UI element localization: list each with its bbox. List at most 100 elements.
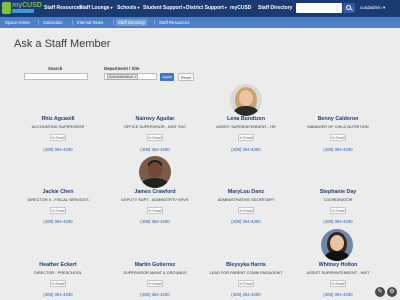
tab-divider	[72, 20, 73, 25]
nav-staff-resources[interactable]: Staff Resources	[44, 5, 82, 11]
search-label: Search	[48, 66, 63, 71]
staff-name[interactable]: Stephanie Day	[292, 189, 384, 195]
tab-divider	[38, 20, 39, 25]
gear-icon: ⚙	[389, 289, 395, 295]
staff-title: ACCOUNTING SUPERVISOR	[31, 124, 85, 129]
staff-phone[interactable]: (408) 364-4200	[292, 219, 384, 224]
staff-phone[interactable]: (408) 364-4200	[292, 147, 384, 152]
email-button[interactable]: ✉ Email	[50, 280, 66, 287]
email-button[interactable]: ✉ Email	[147, 280, 163, 287]
nav-item-label: myCUSD	[230, 5, 252, 11]
tab-space-home[interactable]: Space Home	[3, 19, 32, 26]
staff-title: LEAD FOR PARENT COMM ENGAGEMT	[209, 270, 283, 275]
email-button[interactable]: ✉ Email	[238, 207, 254, 214]
email-button[interactable]: ✉ Email	[50, 207, 66, 214]
district-logo[interactable]: myCUSD	[2, 1, 42, 16]
nav-staff-directory[interactable]: Staff Directory	[258, 5, 292, 11]
staff-title: ADMINISTRATIVE SECRETARY	[217, 197, 275, 202]
staff-phone[interactable]: (408) 364-4200	[12, 292, 104, 297]
email-button[interactable]: ✉ Email	[330, 280, 346, 287]
staff-photo	[139, 156, 171, 188]
staff-phone[interactable]: (408) 364-4200	[109, 292, 201, 297]
top-navigation-bar: myCUSD Staff Resources Staff Lounge▾ Sch…	[0, 0, 400, 17]
photo-face	[148, 162, 162, 178]
search-icon-handle	[350, 8, 353, 11]
staff-name[interactable]: Jackie Chen	[12, 189, 104, 195]
staff-name[interactable]: Whitney Holton	[292, 262, 384, 268]
reset-button[interactable]: Reset	[178, 73, 194, 81]
nav-student-support[interactable]: Student Support▾	[143, 5, 185, 11]
email-button[interactable]: ✉ Email	[330, 134, 346, 141]
tab-internal-news[interactable]: Internal News	[75, 19, 105, 26]
photo-body	[325, 251, 349, 261]
chevron-down-icon: ▾	[183, 5, 186, 10]
user-menu[interactable]: cusdadmin ▾	[360, 5, 385, 11]
staff-name[interactable]: Bleysyka Harris	[200, 262, 292, 268]
staff-title: OFFICE SUPERVISOR - INST SVC	[123, 124, 187, 129]
logo-underline	[12, 9, 34, 13]
logo-mark	[2, 2, 11, 14]
staff-phone[interactable]: (408) 364-4200	[200, 147, 292, 152]
chevron-down-icon: ▾	[137, 5, 140, 10]
nav-item-label: Staff Resources	[44, 5, 83, 11]
search-button[interactable]	[343, 3, 355, 13]
staff-title: DIRECTOR - PRESCHOOL	[33, 270, 83, 275]
staff-search-input[interactable]	[24, 73, 88, 80]
staff-title: DEPUTY SUPT - ADMINSTRTV SRVS	[121, 197, 189, 202]
staff-name[interactable]: MaryLou Danz	[200, 189, 292, 195]
nav-schools[interactable]: Schools▾	[117, 5, 139, 11]
staff-phone[interactable]: (408) 364-4200	[109, 147, 201, 152]
staff-name[interactable]: James Crawford	[109, 189, 201, 195]
edit-page-button[interactable]: ✎	[375, 287, 385, 297]
staff-phone[interactable]: (408) 364-4200	[12, 219, 104, 224]
photo-face	[239, 90, 253, 106]
staff-phone[interactable]: (408) 364-4200	[200, 292, 292, 297]
nav-staff-lounge[interactable]: Staff Lounge▾	[79, 5, 113, 11]
staff-title: SUPERVISOR MAINT & GROUNDS	[123, 270, 187, 275]
email-button[interactable]: ✉ Email	[238, 280, 254, 287]
nav-district-support[interactable]: District Support▾	[186, 5, 227, 11]
staff-phone[interactable]: (408) 364-4200	[109, 219, 201, 224]
nav-item-label: Staff Directory	[258, 5, 293, 11]
department-chip[interactable]: Administration ×	[107, 74, 139, 80]
nav-mycusd[interactable]: myCUSD	[230, 5, 251, 11]
tab-staff-resources[interactable]: Staff Resources	[157, 19, 192, 26]
tab-divider	[113, 20, 114, 25]
photo-face	[330, 235, 344, 251]
email-button[interactable]: ✉ Email	[50, 134, 66, 141]
staff-name[interactable]: Benny Calderon	[292, 116, 384, 122]
email-button[interactable]: ✉ Email	[330, 207, 346, 214]
staff-phone[interactable]: (408) 364-4200	[12, 147, 104, 152]
staff-title: DIRECTOR II - FISCAL SERVICES	[27, 197, 89, 202]
staff-phone[interactable]: (408) 364-4200	[292, 292, 384, 297]
page-title: Ask a Staff Member	[14, 38, 111, 50]
staff-photo	[230, 84, 262, 116]
staff-phone[interactable]: (408) 364-4200	[200, 219, 292, 224]
staff-title: MANAGER OF CHILD NUTRITION	[307, 124, 369, 129]
global-search-input[interactable]	[296, 3, 342, 13]
staff-name[interactable]: Heather Eckert	[12, 262, 104, 268]
photo-body	[234, 106, 258, 116]
photo-body	[142, 178, 168, 188]
space-subnavigation: Space Home Calendars Internal News Staff…	[0, 17, 400, 28]
nav-item-label: District Support	[186, 5, 224, 11]
email-button[interactable]: ✉ Email	[147, 207, 163, 214]
staff-photo	[321, 229, 353, 261]
staff-name[interactable]: Rhiz Agcaoili	[12, 116, 104, 122]
email-button[interactable]: ✉ Email	[238, 134, 254, 141]
staff-name[interactable]: Lena Bundtzen	[200, 116, 292, 122]
chevron-down-icon: ▾	[224, 5, 227, 10]
pencil-icon: ✎	[377, 289, 383, 295]
tab-divider	[154, 20, 155, 25]
tab-staff-directory[interactable]: Staff Directory	[116, 19, 148, 26]
apply-button[interactable]: Apply	[160, 73, 174, 81]
chevron-down-icon: ▾	[110, 5, 113, 10]
email-button[interactable]: ✉ Email	[147, 134, 163, 141]
staff-title: ASSIST SUPERINTENDENT - HR	[216, 124, 276, 129]
staff-name[interactable]: Nairovy Aguilar	[109, 116, 201, 122]
staff-name[interactable]: Martin Gutierrez	[109, 262, 201, 268]
staff-title: ASSIST SUPERINTENDENT - INST	[306, 270, 370, 275]
tab-calendars[interactable]: Calendars	[41, 19, 65, 26]
settings-button[interactable]: ⚙	[387, 287, 397, 297]
department-label: Department / Site	[104, 66, 140, 71]
